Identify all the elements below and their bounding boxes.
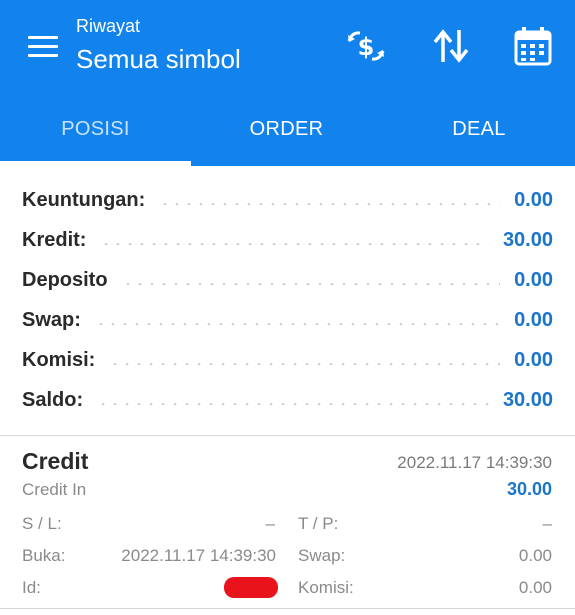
sort-icon[interactable] (430, 26, 472, 66)
item-divider (0, 608, 575, 609)
summary-row-deposit: Deposito 0.00 (0, 260, 575, 300)
header-title[interactable]: Semua simbol (76, 44, 241, 75)
tab-posisi[interactable]: POSISI (0, 92, 191, 166)
redacted-id-mark (224, 577, 278, 598)
summary-label: Komisi: (22, 348, 96, 371)
deal-title: Credit (22, 448, 89, 474)
summary-row-balance: Saldo: 30.00 (0, 380, 575, 420)
deal-time: 2022.11.17 14:39:30 (397, 453, 552, 472)
tab-order[interactable]: ORDER (191, 92, 382, 166)
summary-value: 0.00 (514, 308, 553, 331)
open-value: 2022.11.17 14:39:30 (121, 546, 276, 565)
leader-dots (159, 203, 501, 205)
leader-dots (100, 243, 489, 245)
summary-row-commission: Komisi: 0.00 (0, 340, 575, 380)
summary-label: Saldo: (22, 388, 84, 411)
tp-label: T / P: (298, 514, 339, 533)
calendar-icon[interactable] (512, 26, 554, 66)
summary-label: Swap: (22, 308, 81, 331)
summary-value: 30.00 (502, 228, 553, 251)
commission-value: 0.00 (518, 578, 552, 597)
leader-dots (109, 363, 501, 365)
menu-icon[interactable] (28, 36, 58, 58)
swap-value: 0.00 (518, 546, 552, 565)
active-tab-indicator (0, 161, 191, 166)
tp-value: – (542, 514, 552, 533)
summary-value: 0.00 (514, 268, 553, 291)
deal-item[interactable]: Credit 2022.11.17 14:39:30 Credit In 30.… (0, 436, 575, 615)
leader-dots (121, 283, 501, 285)
deal-subtitle: Credit In (22, 480, 87, 499)
summary-value: 30.00 (502, 388, 553, 411)
commission-label: Komisi: (298, 578, 354, 597)
id-label: Id: (22, 578, 41, 597)
sl-value: – (265, 514, 275, 533)
leader-dots (97, 403, 489, 405)
summary-row-credit: Kredit: 30.00 (0, 220, 575, 260)
account-summary: Keuntungan: 0.00 Kredit: 30.00 Deposito … (0, 180, 575, 420)
summary-row-profit: Keuntungan: 0.00 (0, 180, 575, 220)
open-label: Buka: (22, 546, 66, 565)
summary-label: Keuntungan: (22, 188, 146, 211)
summary-row-swap: Swap: 0.00 (0, 300, 575, 340)
summary-label: Kredit: (22, 228, 87, 251)
deal-amount: 30.00 (506, 479, 552, 499)
header-subtitle: Riwayat (76, 16, 141, 36)
currency-exchange-icon[interactable]: $ (345, 26, 387, 66)
summary-value: 0.00 (514, 348, 553, 371)
summary-value: 0.00 (514, 188, 553, 211)
swap-label: Swap: (298, 546, 346, 565)
sl-label: S / L: (22, 514, 62, 533)
leader-dots (94, 323, 501, 325)
app-header: Riwayat Semua simbol $ POSISI ORDER DEAL (0, 0, 575, 166)
svg-text:$: $ (358, 33, 375, 61)
summary-label: Deposito (22, 268, 108, 291)
tab-deal[interactable]: DEAL (383, 92, 575, 166)
tab-bar: POSISI ORDER DEAL (0, 92, 575, 166)
